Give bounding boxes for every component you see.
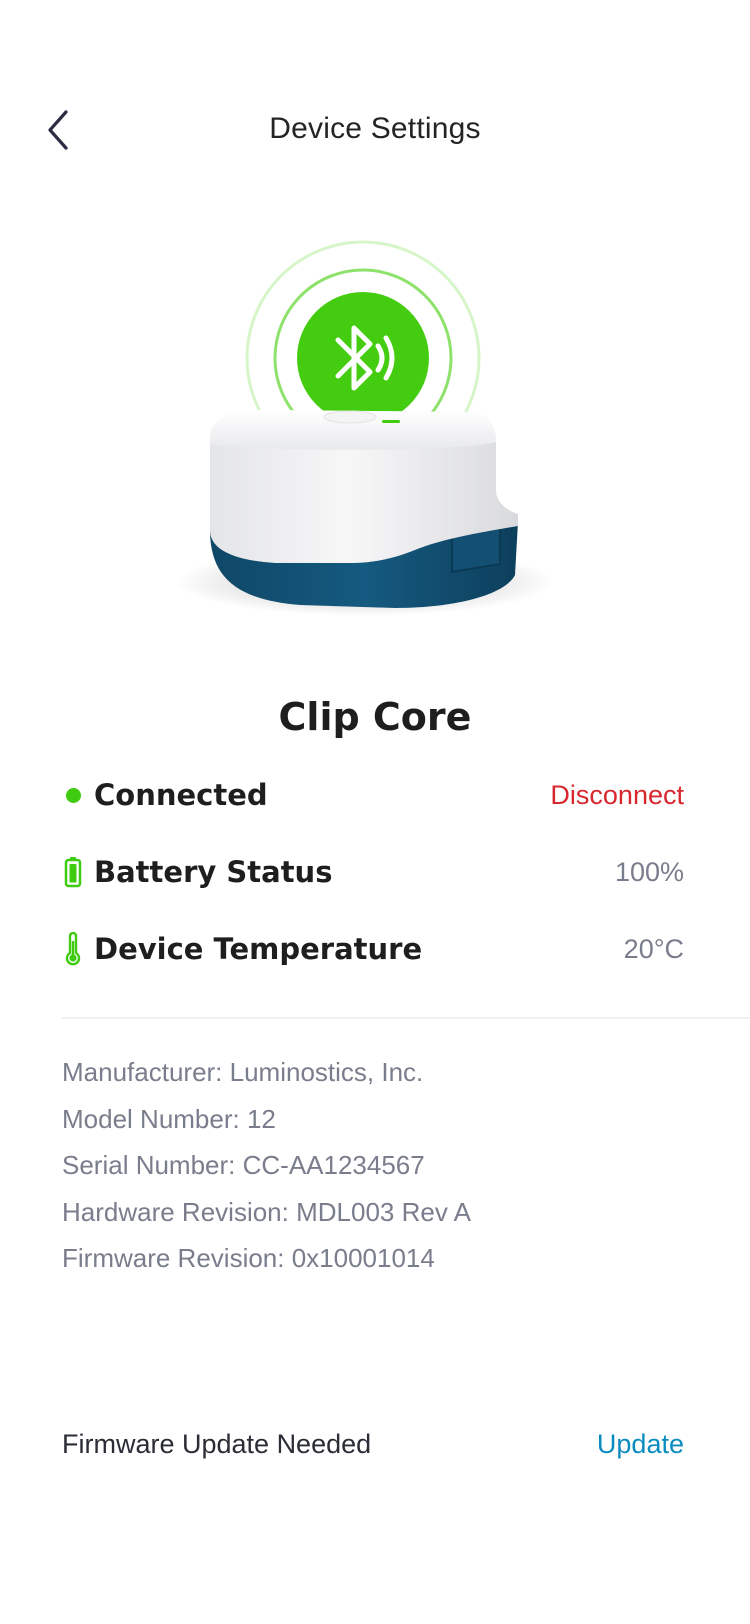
battery-icon (62, 854, 84, 890)
temperature-value: 20°C (623, 933, 684, 964)
battery-value: 100% (614, 856, 684, 887)
firmware-update-label: Firmware Update Needed (62, 1428, 372, 1459)
thermometer-icon (62, 931, 84, 967)
update-button[interactable]: Update (597, 1429, 684, 1460)
page-title: Device Settings (269, 112, 481, 145)
device-image (170, 230, 590, 650)
device-name: Clip Core (278, 695, 472, 739)
manufacturer-info: Manufacturer: Luminostics, Inc. (62, 1057, 424, 1087)
firmware-update-row: Firmware Update Needed Update (62, 1422, 684, 1466)
model-number-info: Model Number: 12 (62, 1103, 276, 1134)
battery-status-label: Battery Status (94, 855, 333, 889)
divider (62, 1017, 750, 1019)
serial-number-info: Serial Number: CC-AA1234567 (62, 1150, 425, 1180)
device-temperature-label: Device Temperature (94, 932, 423, 966)
battery-status-row: Battery Status 100% (62, 850, 684, 894)
device-info-list: Manufacturer: Luminostics, Inc. Model Nu… (62, 1052, 702, 1285)
device-temperature-row: Device Temperature 20°C (62, 927, 684, 971)
header: Device Settings (0, 90, 750, 170)
connection-status-label: Connected (94, 778, 268, 812)
firmware-revision-info: Firmware Revision: 0x10001014 (62, 1243, 435, 1273)
disconnect-button[interactable]: Disconnect (550, 780, 684, 811)
status-dot-icon (62, 777, 84, 813)
hardware-revision-info: Hardware Revision: MDL003 Rev A (62, 1196, 471, 1227)
connection-status-row: Connected Disconnect (62, 773, 684, 817)
